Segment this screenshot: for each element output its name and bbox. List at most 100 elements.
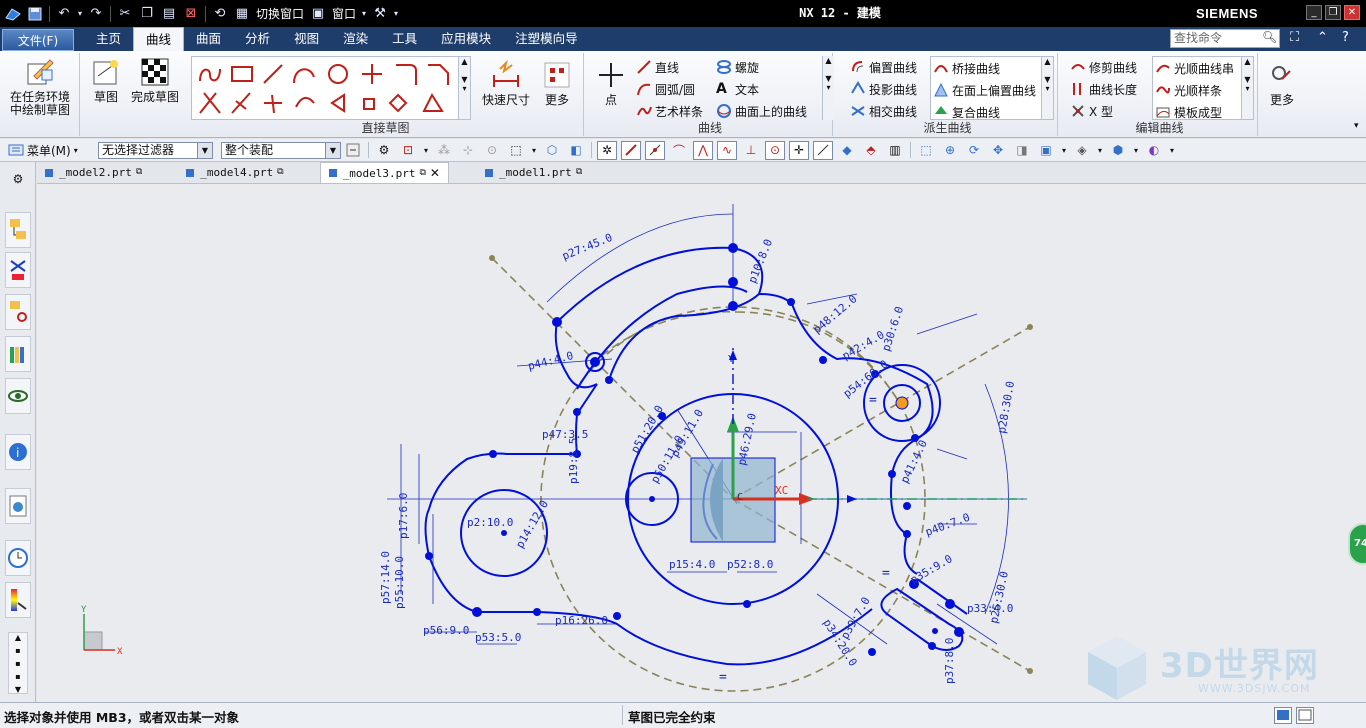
- orient-view-icon[interactable]: ◈: [1072, 141, 1092, 160]
- general-selection-icon[interactable]: ⁂: [434, 141, 454, 160]
- doc-tab[interactable]: _model2.prt ⧉: [37, 162, 150, 183]
- curve-on-surface-button[interactable]: 曲面上的曲线: [716, 101, 807, 121]
- repeat-command-icon[interactable]: ⟲: [209, 3, 231, 25]
- snap-intersection-icon[interactable]: ⋀: [693, 140, 713, 160]
- wcs-dropdown-icon[interactable]: ▾: [1132, 141, 1140, 160]
- art-spline-button[interactable]: 艺术样条: [636, 101, 703, 121]
- save-icon[interactable]: [24, 3, 46, 25]
- snap-control-icon[interactable]: ⌒: [669, 141, 689, 160]
- sketch-view[interactable]: XC Y C p27:45.0 p10:8.0 p48:12.0 p42:4.0…: [37, 184, 1366, 702]
- tab-surface[interactable]: 曲面: [184, 27, 233, 51]
- fullscreen-icon[interactable]: ⛶: [1290, 30, 1299, 45]
- x-form-button[interactable]: X 型: [1070, 101, 1113, 121]
- selection-scope-select[interactable]: 整个装配 ▼: [221, 141, 341, 159]
- helix-button[interactable]: 螺旋: [716, 57, 759, 77]
- menu-button[interactable]: 菜单(M) ▾: [8, 142, 94, 159]
- orient-dropdown-icon[interactable]: ▾: [1096, 141, 1104, 160]
- smooth-spline-button[interactable]: 光顺样条: [1155, 80, 1222, 100]
- selection-filter-select[interactable]: 无选择过滤器 ▼: [98, 141, 213, 159]
- roles-scroll[interactable]: ▲ ▪ ▪ ▪ ▼: [8, 632, 28, 694]
- projected-curve-button[interactable]: 投影曲线: [850, 79, 917, 99]
- history-icon[interactable]: [5, 540, 31, 576]
- redo-icon[interactable]: ↷: [85, 3, 107, 25]
- cut-icon[interactable]: ✂: [114, 3, 136, 25]
- snap-existing-point-icon[interactable]: ✛: [789, 140, 809, 160]
- web-browser-icon[interactable]: [5, 488, 31, 524]
- ribbon-options-icon[interactable]: ▾: [1354, 121, 1359, 131]
- delete-icon[interactable]: ⊠: [180, 3, 202, 25]
- minimize-button[interactable]: _: [1306, 5, 1322, 20]
- layout-toggle-icon[interactable]: [1296, 707, 1314, 724]
- snap-on-surface-icon[interactable]: ◆: [837, 141, 857, 160]
- rapid-dimension-button[interactable]: 快速尺寸: [478, 59, 534, 107]
- restore-button[interactable]: ❐: [1325, 5, 1341, 20]
- offset-in-face-button[interactable]: 在面上偏置曲线: [933, 80, 1036, 100]
- assembly-navigator-icon[interactable]: [5, 212, 31, 248]
- snap-endpoint-icon[interactable]: [621, 140, 641, 160]
- constraint-navigator-icon[interactable]: [5, 252, 31, 288]
- snap-dropdown-icon[interactable]: ▾: [422, 141, 430, 160]
- search-icon[interactable]: 🔍︎: [1262, 30, 1278, 46]
- undo-icon[interactable]: ↶: [53, 3, 75, 25]
- snap-pole-icon[interactable]: ⬘: [861, 141, 881, 160]
- arc-circle-button[interactable]: 圆弧/圆: [636, 79, 695, 99]
- wcs-icon[interactable]: ⬢: [1108, 141, 1128, 160]
- snap-arc-icon[interactable]: ∿: [717, 140, 737, 160]
- reuse-library-icon[interactable]: [5, 336, 31, 372]
- render-style-icon[interactable]: ▣: [1036, 141, 1056, 160]
- curve-length-button[interactable]: 曲线长度: [1070, 79, 1137, 99]
- select-feature-icon[interactable]: ⚙: [374, 141, 394, 160]
- doc-tab[interactable]: _model4.prt ⧉: [178, 162, 291, 183]
- snap-point-icon[interactable]: ⊡: [398, 141, 418, 160]
- close-button[interactable]: ✕: [1344, 5, 1360, 20]
- select-body-icon[interactable]: ⬡: [542, 141, 562, 160]
- graphics-window[interactable]: XC Y C p27:45.0 p10:8.0 p48:12.0 p42:4.0…: [37, 184, 1366, 702]
- touch-mode-icon[interactable]: ⚒: [369, 3, 391, 25]
- offset-curve-button[interactable]: 偏置曲线: [850, 57, 917, 77]
- intersect-curve-button[interactable]: 相交曲线: [850, 101, 917, 121]
- select-dropdown-icon[interactable]: ▾: [530, 141, 538, 160]
- curve-gallery-scroll[interactable]: ▲ ▼ ▾: [822, 56, 834, 120]
- bridge-curve-button[interactable]: 桥接曲线: [933, 58, 1000, 78]
- window-icon[interactable]: ▣: [307, 3, 329, 25]
- tab-applications[interactable]: 应用模块: [429, 27, 503, 51]
- show-hide-dropdown-icon[interactable]: ▾: [1168, 141, 1176, 160]
- filter-reset-icon[interactable]: [343, 141, 363, 160]
- zoom-icon[interactable]: ⊕: [940, 141, 960, 160]
- perspective-icon[interactable]: ◨: [1012, 141, 1032, 160]
- undo-dropdown-icon[interactable]: ▾: [75, 3, 85, 25]
- doc-tab-active[interactable]: _model3.prt ⧉ ✕: [319, 162, 449, 183]
- snap-on-curve-icon[interactable]: [813, 140, 833, 160]
- settings-gear-icon[interactable]: ⚙: [5, 164, 31, 194]
- direct-sketch-more-button[interactable]: 更多: [536, 59, 578, 107]
- customize-dropdown-icon[interactable]: ▾: [391, 3, 401, 25]
- snap-center-icon[interactable]: ⊙: [765, 140, 785, 160]
- paste-icon[interactable]: ▤: [158, 3, 180, 25]
- copy-icon[interactable]: ❐: [136, 3, 158, 25]
- tab-analysis[interactable]: 分析: [233, 27, 282, 51]
- window-menu-button[interactable]: 窗口: [329, 5, 359, 22]
- collapse-ribbon-icon[interactable]: ⌃: [1317, 30, 1328, 45]
- switch-window-icon[interactable]: ▦: [231, 3, 253, 25]
- sketch-in-task-env-button[interactable]: 在任务环境 中绘制草图: [2, 56, 78, 117]
- tab-render[interactable]: 渲染: [331, 27, 380, 51]
- snap-midpoint-icon[interactable]: [645, 140, 665, 160]
- snap-bounded-grid-icon[interactable]: ▥: [885, 141, 905, 160]
- tab-view[interactable]: 视图: [282, 27, 331, 51]
- tab-curve[interactable]: 曲线: [133, 27, 185, 52]
- show-hide-icon[interactable]: ◐: [1144, 141, 1164, 160]
- side-badge[interactable]: 74: [1348, 523, 1366, 565]
- visualization-icon[interactable]: [5, 378, 31, 414]
- smooth-string-button[interactable]: 光顺曲线串: [1155, 58, 1234, 78]
- derived-gallery-scroll[interactable]: ▲ ▼ ▾: [1041, 57, 1053, 119]
- tab-home[interactable]: 主页: [84, 27, 133, 51]
- point-button[interactable]: 点: [592, 59, 630, 107]
- gallery-scroll[interactable]: ▲ ▼ ▾: [458, 57, 470, 119]
- file-menu-button[interactable]: 文件(F): [2, 28, 74, 51]
- switch-window-button[interactable]: 切换窗口: [253, 5, 307, 22]
- fit-view-icon[interactable]: ⬚: [916, 141, 936, 160]
- tab-tools[interactable]: 工具: [380, 27, 429, 51]
- more-button[interactable]: 更多: [1262, 59, 1302, 107]
- box-select-icon[interactable]: ⬚: [506, 141, 526, 160]
- trim-curve-button[interactable]: 修剪曲线: [1070, 57, 1137, 77]
